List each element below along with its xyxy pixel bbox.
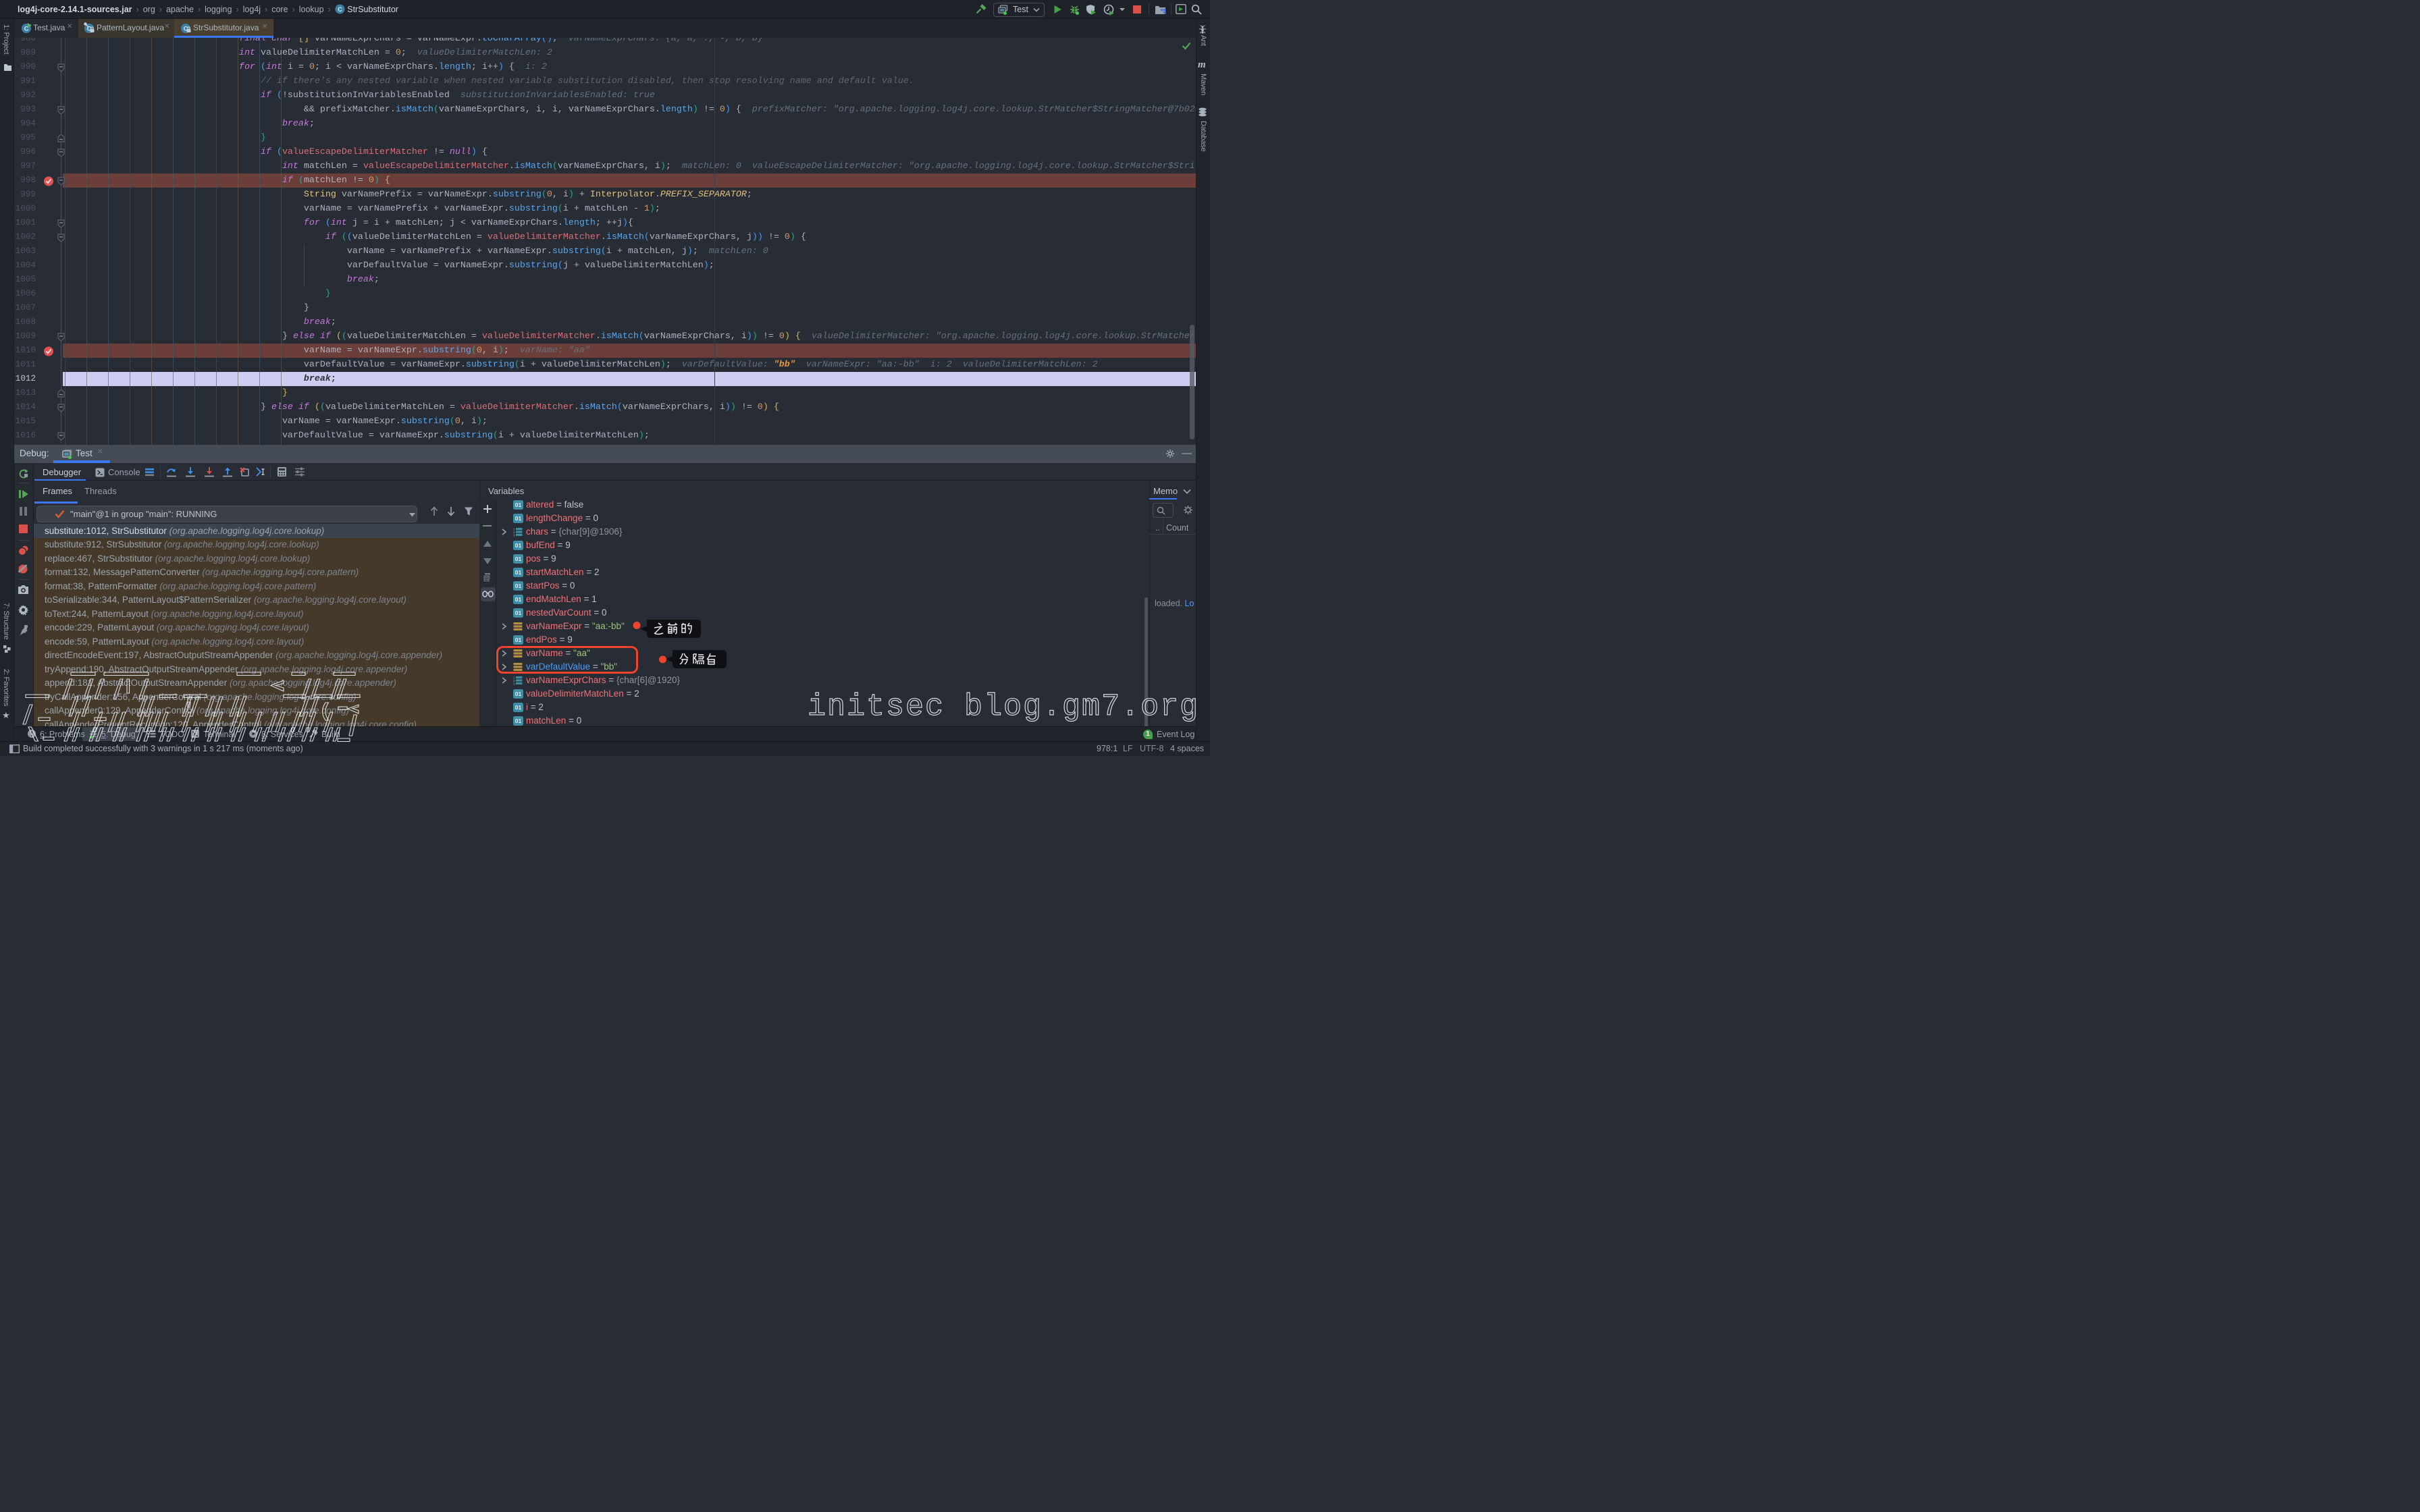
svg-text:3: 3 xyxy=(513,682,515,685)
svg-text:3: 3 xyxy=(513,533,515,537)
